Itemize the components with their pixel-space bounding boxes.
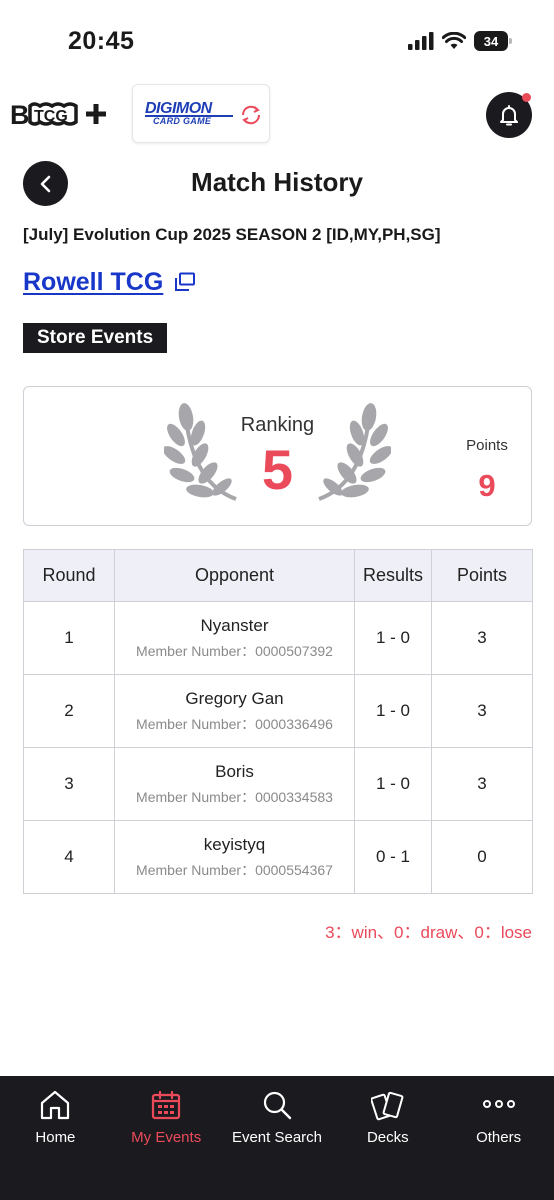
points-value: 9: [478, 468, 496, 503]
event-name: [July] Evolution Cup 2025 SEASON 2 [ID,M…: [23, 225, 441, 244]
table-row: 1 Nyanster Member Number：0000507392 1 - …: [23, 601, 533, 675]
result-cell: 1 - 0: [354, 674, 432, 748]
opponent-cell: Nyanster Member Number：0000507392: [114, 601, 355, 675]
opponent-name: keyistyq: [203, 834, 266, 854]
column-header-results: Results: [354, 549, 432, 602]
digimon-logo-text: DIGIMON: [145, 100, 212, 117]
opponent-cell: Boris Member Number：0000334583: [114, 747, 355, 821]
digimon-card-game-logo[interactable]: DIGIMON CARD GAME: [132, 84, 270, 143]
calendar-icon: [152, 1090, 181, 1120]
ranking-label: Ranking: [240, 414, 315, 436]
notification-dot: [522, 93, 531, 102]
round-cell: 3: [23, 747, 115, 821]
opponent-cell: keyistyq Member Number：0000554367: [114, 820, 355, 894]
nav-label-event-search: Event Search: [231, 1129, 323, 1146]
result-cell: 1 - 0: [354, 747, 432, 821]
nav-item-my-events[interactable]: My Events: [111, 1076, 222, 1200]
store-row: Rowell TCG: [23, 268, 196, 297]
bottom-nav: Home My Events Event Search Decks Others: [0, 1076, 554, 1200]
nav-item-decks[interactable]: Decks: [332, 1076, 443, 1200]
points-cell: 0: [431, 820, 533, 894]
round-cell: 2: [23, 674, 115, 748]
round-cell: 1: [23, 601, 115, 675]
column-header-round: Round: [23, 549, 115, 602]
signal-icon: [408, 32, 434, 50]
page-title: Match History: [191, 167, 363, 197]
opponent-name: Boris: [215, 761, 254, 781]
wifi-icon: [442, 32, 466, 49]
column-header-opponent: Opponent: [114, 549, 355, 602]
points-cell: 3: [431, 747, 533, 821]
store-link[interactable]: Rowell TCG: [23, 268, 163, 297]
column-header-points: Points: [431, 549, 533, 602]
member-number: Member Number：0000554367: [136, 861, 333, 878]
nav-label-home: Home: [35, 1129, 76, 1146]
svg-text:TCG: TCG: [34, 108, 68, 125]
opponent-cell: Gregory Gan Member Number：0000336496: [114, 674, 355, 748]
points-label: Points: [466, 437, 508, 454]
member-number: Member Number：0000507392: [136, 642, 333, 659]
table-row: 3 Boris Member Number：0000334583 1 - 0 3: [23, 747, 533, 821]
opponent-name: Gregory Gan: [185, 688, 284, 708]
round-cell: 4: [23, 820, 115, 894]
more-icon: [482, 1100, 515, 1108]
nav-label-others: Others: [476, 1129, 522, 1146]
member-number: Member Number：0000336496: [136, 715, 333, 732]
status-icons: 34: [408, 31, 512, 51]
external-link-icon[interactable]: [174, 272, 196, 297]
nav-label-decks: Decks: [366, 1129, 409, 1146]
result-cell: 1 - 0: [354, 601, 432, 675]
search-icon: [263, 1091, 292, 1120]
bell-icon: [500, 105, 518, 126]
store-events-tag: Store Events: [23, 323, 168, 353]
battery-indicator: 34: [474, 31, 512, 51]
member-number: Member Number：0000334583: [136, 788, 333, 805]
notifications-button[interactable]: [486, 92, 532, 138]
opponent-name: Nyanster: [200, 615, 269, 635]
ranking-card: Ranking 5 Points 9: [23, 386, 532, 526]
table-row: 4 keyistyq Member Number：0000554367 0 - …: [23, 820, 533, 894]
nav-item-home[interactable]: Home: [0, 1076, 111, 1200]
points-cell: 3: [431, 674, 533, 748]
bandai-tcg-logo[interactable]: B TCG: [10, 98, 112, 135]
digimon-logo-subtext: CARD GAME: [153, 116, 212, 126]
home-icon: [41, 1090, 70, 1120]
sync-icon: [241, 105, 261, 125]
result-cell: 0 - 1: [354, 820, 432, 894]
match-results-table: Round Opponent Results Points 1 Nyanster…: [23, 549, 533, 894]
nav-label-my-events: My Events: [131, 1129, 202, 1146]
nav-item-event-search[interactable]: Event Search: [222, 1076, 333, 1200]
status-time: 20:45: [68, 27, 135, 55]
table-header-row: Round Opponent Results Points: [23, 549, 533, 602]
app-header: B TCG DIGIMON CARD GAME: [0, 84, 554, 144]
nav-item-others[interactable]: Others: [443, 1076, 554, 1200]
points-cell: 3: [431, 601, 533, 675]
table-row: 2 Gregory Gan Member Number：0000336496 1…: [23, 674, 533, 748]
svg-text:B: B: [10, 100, 30, 130]
points-legend: 3：win、0：draw、0：lose: [325, 923, 532, 942]
status-bar: 20:45 34: [0, 0, 554, 80]
cards-icon: [370, 1091, 404, 1121]
